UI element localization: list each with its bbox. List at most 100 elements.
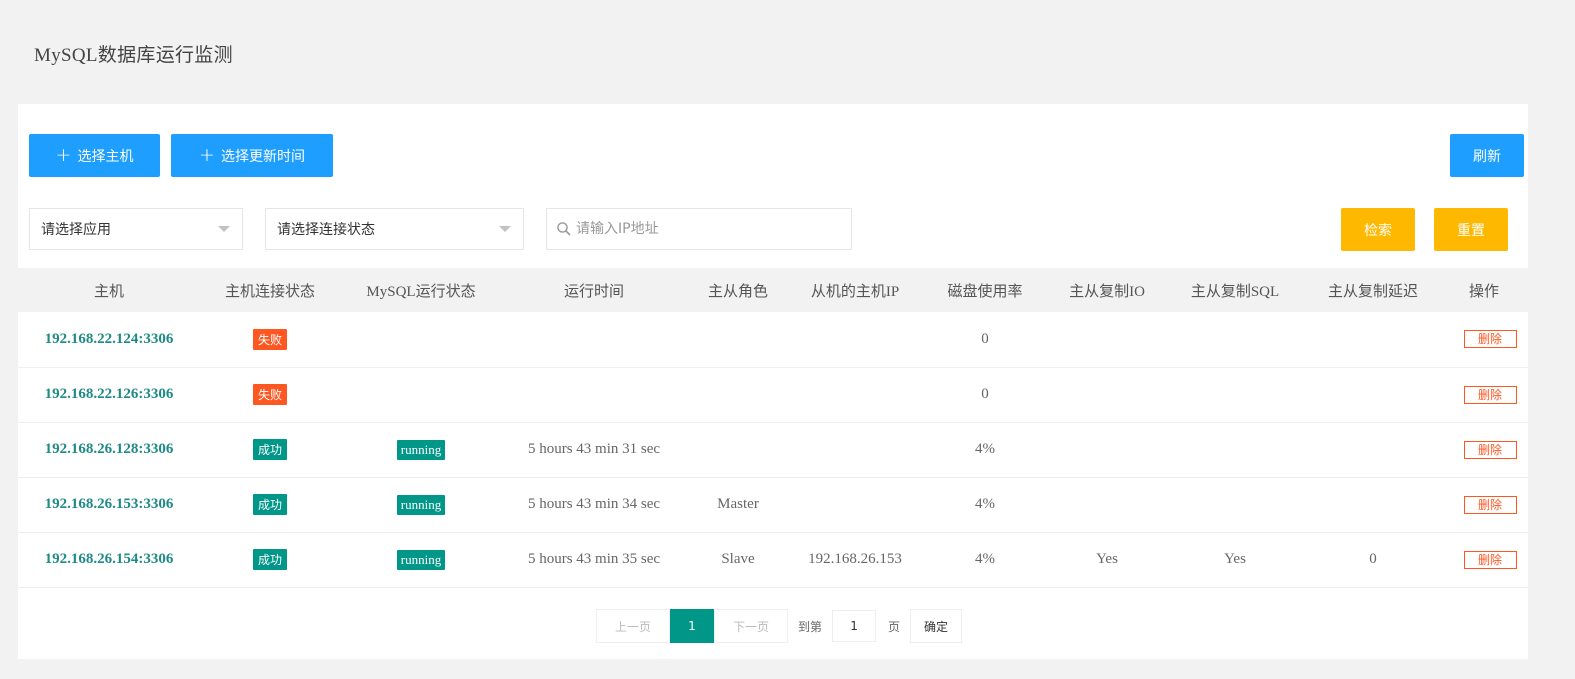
host-cell: 192.168.22.124:3306 [44,330,174,347]
action-cell: 删除 [1440,367,1528,422]
table-row: 192.168.26.154:3306 成功 running 5 hours 43 m… [18,532,1528,587]
search-button[interactable]: 检索 [1341,208,1415,251]
role-cell: Slave [721,551,755,567]
conn-status-cell: 成功 [200,532,340,587]
host-cell: 192.168.26.153:3306 [44,496,174,512]
conn-status-cell: 成功 [200,422,340,477]
goto-label: 到第 [798,619,823,634]
reset-button[interactable]: 重置 [1434,208,1508,251]
uptime-cell [502,367,686,422]
app-select[interactable]: 请选择应用 [29,208,243,250]
status-badge: 成功 [252,549,287,570]
prev-page-button[interactable]: 上一页 [596,609,670,643]
select-update-time-label: 选择更新时间 [220,148,305,165]
delete-button[interactable]: 删除 [1463,550,1517,569]
uptime-cell [502,312,686,367]
delete-button[interactable]: 删除 [1463,330,1517,349]
header-role: 主从角色 [707,281,768,300]
repl-io-cell: Yes [1096,551,1118,567]
header-repl-delay: 主从复制延迟 [1327,281,1418,300]
delete-button[interactable]: 删除 [1463,440,1517,459]
goto-confirm-button[interactable]: 确定 [910,609,963,643]
repl-io-cell [1050,312,1164,367]
header-action: 操作 [1468,281,1499,300]
main-card: + 选择主机 + 选择更新时间 刷新 请选择应用 请选择连接状态 检索 重置 主… [18,104,1528,659]
chevron-down-icon [218,226,230,232]
status-badge: running [396,494,446,515]
repl-sql-cell [1164,312,1306,367]
action-cell: 删除 [1440,312,1528,367]
plus-icon: + [55,144,72,166]
select-update-time-button[interactable]: + 选择更新时间 [171,134,333,177]
disk-usage-cell: 0 [981,330,989,347]
repl-io-cell [1050,367,1164,422]
conn-status-cell: 成功 [200,477,340,532]
repl-sql-cell: Yes [1224,551,1246,567]
status-badge: 失败 [252,384,287,405]
table-row: 192.168.22.124:3306 失败 0 删除 [18,312,1528,367]
conn-status-cell: 失败 [200,312,340,367]
page-number-input[interactable] [832,610,877,642]
repl-sql-cell [1164,477,1306,532]
ip-search-input[interactable] [572,209,851,249]
status-select[interactable]: 请选择连接状态 [265,208,524,250]
role-cell [686,367,790,422]
mysql-status-cell [340,367,502,422]
uptime-cell: 5 hours 43 min 35 sec [527,551,661,567]
header-disk-usage: 磁盘使用率 [947,281,1023,300]
table-header-row: 主机 主机连接状态 MySQL运行状态 运行时间 主从角色 从机的主机IP 磁盘… [18,268,1528,312]
status-badge: running [396,439,446,460]
action-cell: 删除 [1440,422,1528,477]
search-icon [557,222,571,236]
app-select-value: 请选择应用 [41,222,111,238]
slave-ip-cell [790,312,920,367]
repl-delay-cell: 0 [1369,551,1377,567]
role-cell [686,312,790,367]
select-host-label: 选择主机 [77,148,134,165]
status-badge: 成功 [252,494,287,515]
table-row: 192.168.26.153:3306 成功 running 5 hours 43 m… [18,477,1528,532]
ip-search-box[interactable] [546,208,852,250]
header-host: 主机 [93,281,124,300]
slave-ip-cell [790,477,920,532]
header-uptime: 运行时间 [563,281,624,300]
delete-button[interactable]: 删除 [1463,495,1517,514]
header-repl-sql: 主从复制SQL [1190,283,1280,300]
header-repl-io: 主从复制IO [1069,283,1145,300]
table-row: 192.168.26.128:3306 成功 running 5 hours 43 m… [18,422,1528,477]
repl-delay-cell [1306,367,1440,422]
plus-icon: + [199,144,215,166]
status-badge: 失败 [252,328,287,350]
header-mysql-status: MySQL运行状态 [366,283,476,300]
repl-sql-cell [1164,367,1306,422]
next-page-button[interactable]: 下一页 [714,609,788,643]
repl-delay-cell [1306,312,1440,367]
header-conn-status: 主机连接状态 [224,281,315,300]
host-cell: 192.168.26.128:3306 [44,441,174,457]
status-select-value: 请选择连接状态 [277,222,375,238]
page-title: MySQL数据库运行监测 [34,45,233,66]
table-row: 192.168.22.126:3306 失败 0 删除 [18,367,1528,422]
delete-button[interactable]: 删除 [1463,385,1517,404]
mysql-status-cell: running [340,477,502,532]
page-1-button[interactable]: 1 [670,609,714,643]
action-cell: 删除 [1440,477,1528,532]
mysql-status-cell: running [340,532,502,587]
disk-usage-cell: 0 [981,386,989,402]
slave-ip-cell [790,367,920,422]
role-cell: Master [717,496,759,512]
host-cell: 192.168.26.154:3306 [44,551,174,567]
role-cell [686,422,790,477]
select-host-button[interactable]: + 选择主机 [29,134,160,177]
mysql-status-cell [340,312,502,367]
disk-usage-cell: 4% [975,496,995,512]
refresh-button[interactable]: 刷新 [1450,134,1524,177]
uptime-cell: 5 hours 43 min 31 sec [527,441,661,457]
repl-io-cell [1050,422,1164,477]
uptime-cell: 5 hours 43 min 34 sec [527,496,661,512]
host-cell: 192.168.22.126:3306 [44,386,174,402]
slave-ip-cell [790,422,920,477]
action-cell: 删除 [1440,532,1528,587]
status-badge: running [396,549,446,570]
repl-delay-cell [1306,477,1440,532]
